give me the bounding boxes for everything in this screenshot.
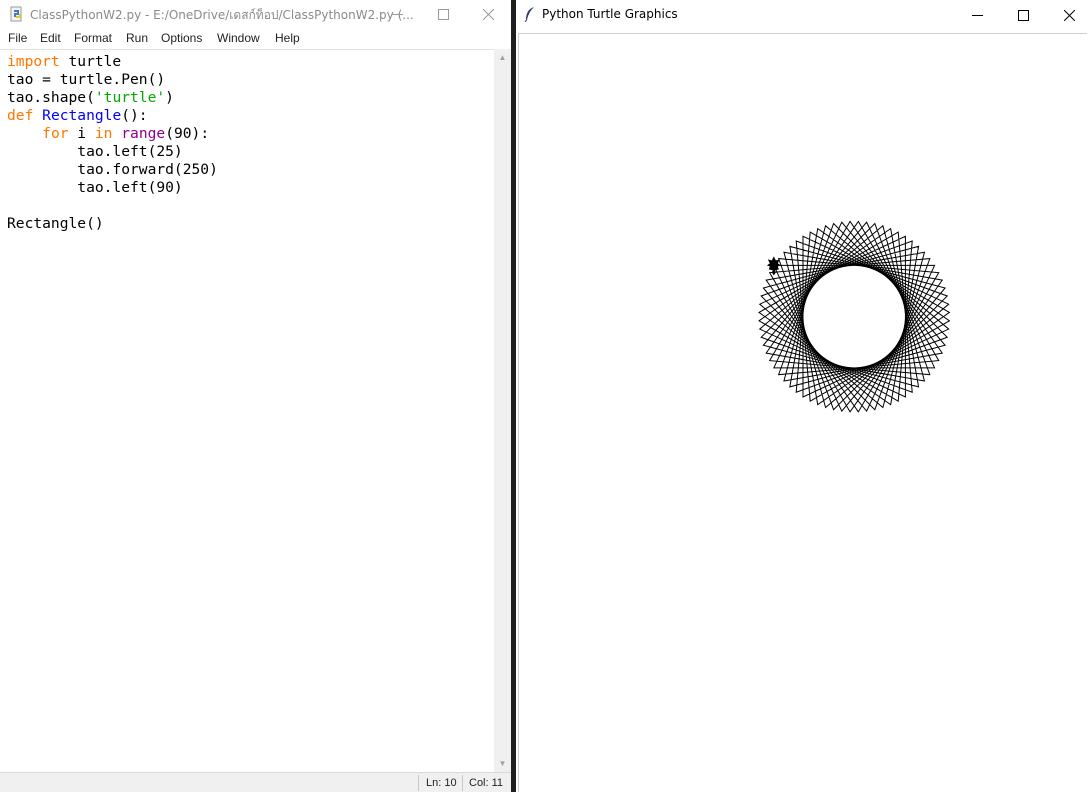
close-icon (1063, 9, 1075, 21)
status-column: Col: 11 (469, 777, 504, 789)
maximize-icon (437, 8, 449, 20)
python-file-icon (10, 6, 22, 22)
turtle-canvas[interactable] (518, 33, 1087, 792)
minimize-button[interactable] (374, 0, 420, 28)
menu-window[interactable]: Window (217, 31, 260, 45)
status-separator (418, 775, 419, 791)
minimize-icon (971, 14, 983, 16)
menu-options[interactable]: Options (161, 31, 202, 45)
turtle-drawing (758, 220, 951, 413)
idle-editor-window: ClassPythonW2.py - E:/OneDrive/เดสก์ท็อป… (0, 0, 511, 792)
feather-icon (524, 7, 534, 22)
vertical-scrollbar[interactable]: ▲ ▼ (494, 49, 511, 772)
turtle-graphics-window: Python Turtle Graphics (516, 0, 1092, 792)
close-button[interactable] (1046, 0, 1092, 30)
menu-run[interactable]: Run (126, 31, 148, 45)
turtle-title-bar[interactable]: Python Turtle Graphics (516, 0, 1092, 30)
minimize-icon (391, 13, 403, 15)
maximize-icon (1017, 9, 1029, 21)
scroll-up-icon[interactable]: ▲ (494, 49, 511, 66)
maximize-button[interactable] (1000, 0, 1046, 30)
status-bar: Ln: 10 Col: 11 (0, 772, 511, 792)
turtle-window-title: Python Turtle Graphics (542, 7, 678, 21)
menu-file[interactable]: File (8, 31, 27, 45)
scroll-down-icon[interactable]: ▼ (494, 755, 511, 772)
idle-window-title: ClassPythonW2.py - E:/OneDrive/เดสก์ท็อป… (30, 8, 414, 22)
close-icon (482, 8, 494, 20)
menu-help[interactable]: Help (275, 31, 300, 45)
turtle-pen-path (758, 220, 951, 413)
status-separator (462, 775, 463, 791)
menu-bar: File Edit Format Run Options Window Help (0, 28, 511, 49)
menu-edit[interactable]: Edit (40, 31, 61, 45)
maximize-button[interactable] (420, 0, 466, 28)
code-editor[interactable]: import turtle tao = turtle.Pen() tao.sha… (0, 49, 494, 773)
minimize-button[interactable] (954, 0, 1000, 30)
menu-format[interactable]: Format (74, 31, 112, 45)
status-line: Ln: 10 (426, 777, 457, 789)
idle-title-bar[interactable]: ClassPythonW2.py - E:/OneDrive/เดสก์ท็อป… (0, 0, 511, 28)
source-code[interactable]: import turtle tao = turtle.Pen() tao.sha… (7, 53, 218, 233)
close-button[interactable] (465, 0, 511, 28)
